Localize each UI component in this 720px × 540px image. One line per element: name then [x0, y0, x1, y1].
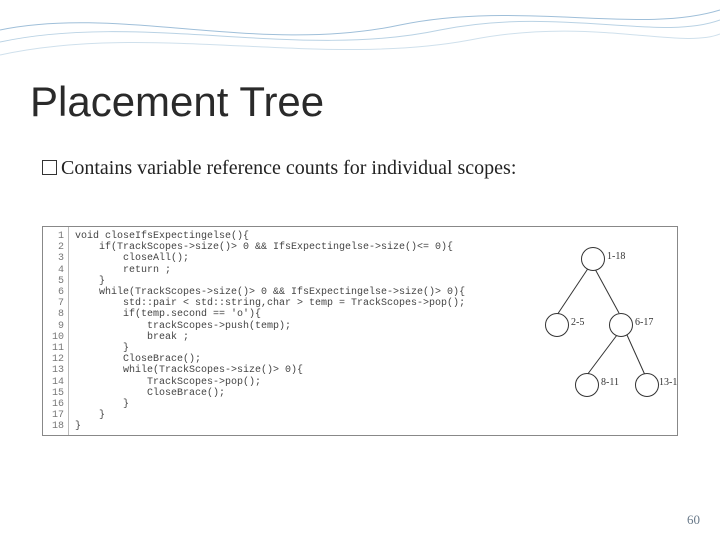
bullet-text: Contains variable reference counts for i…	[61, 157, 516, 179]
tree-node	[581, 247, 605, 271]
page-number: 60	[687, 512, 700, 528]
wave-decoration	[0, 0, 720, 70]
tree-node	[545, 313, 569, 337]
code-gutter: 1 2 3 4 5 6 7 8 9 10 11 12 13 14 15 16 1…	[43, 227, 69, 435]
code-body: void closeIfsExpectingelse(){ if(TrackSc…	[69, 227, 527, 435]
tree-node-label: 2-5	[571, 317, 584, 328]
tree-node	[575, 373, 599, 397]
bullet-icon	[42, 160, 57, 175]
code-card: 1 2 3 4 5 6 7 8 9 10 11 12 13 14 15 16 1…	[42, 226, 678, 436]
tree-node	[635, 373, 659, 397]
tree-node-label: 1-18	[607, 251, 625, 262]
tree-node-label: 13-16	[659, 377, 678, 388]
tree-node	[609, 313, 633, 337]
scope-tree: 1-18 2-5 6-17 8-11 13-16	[527, 227, 677, 435]
tree-node-label: 6-17	[635, 317, 653, 328]
bullet-line: Contains variable reference counts for i…	[42, 155, 678, 182]
tree-node-label: 8-11	[601, 377, 619, 388]
slide-title: Placement Tree	[30, 78, 324, 126]
